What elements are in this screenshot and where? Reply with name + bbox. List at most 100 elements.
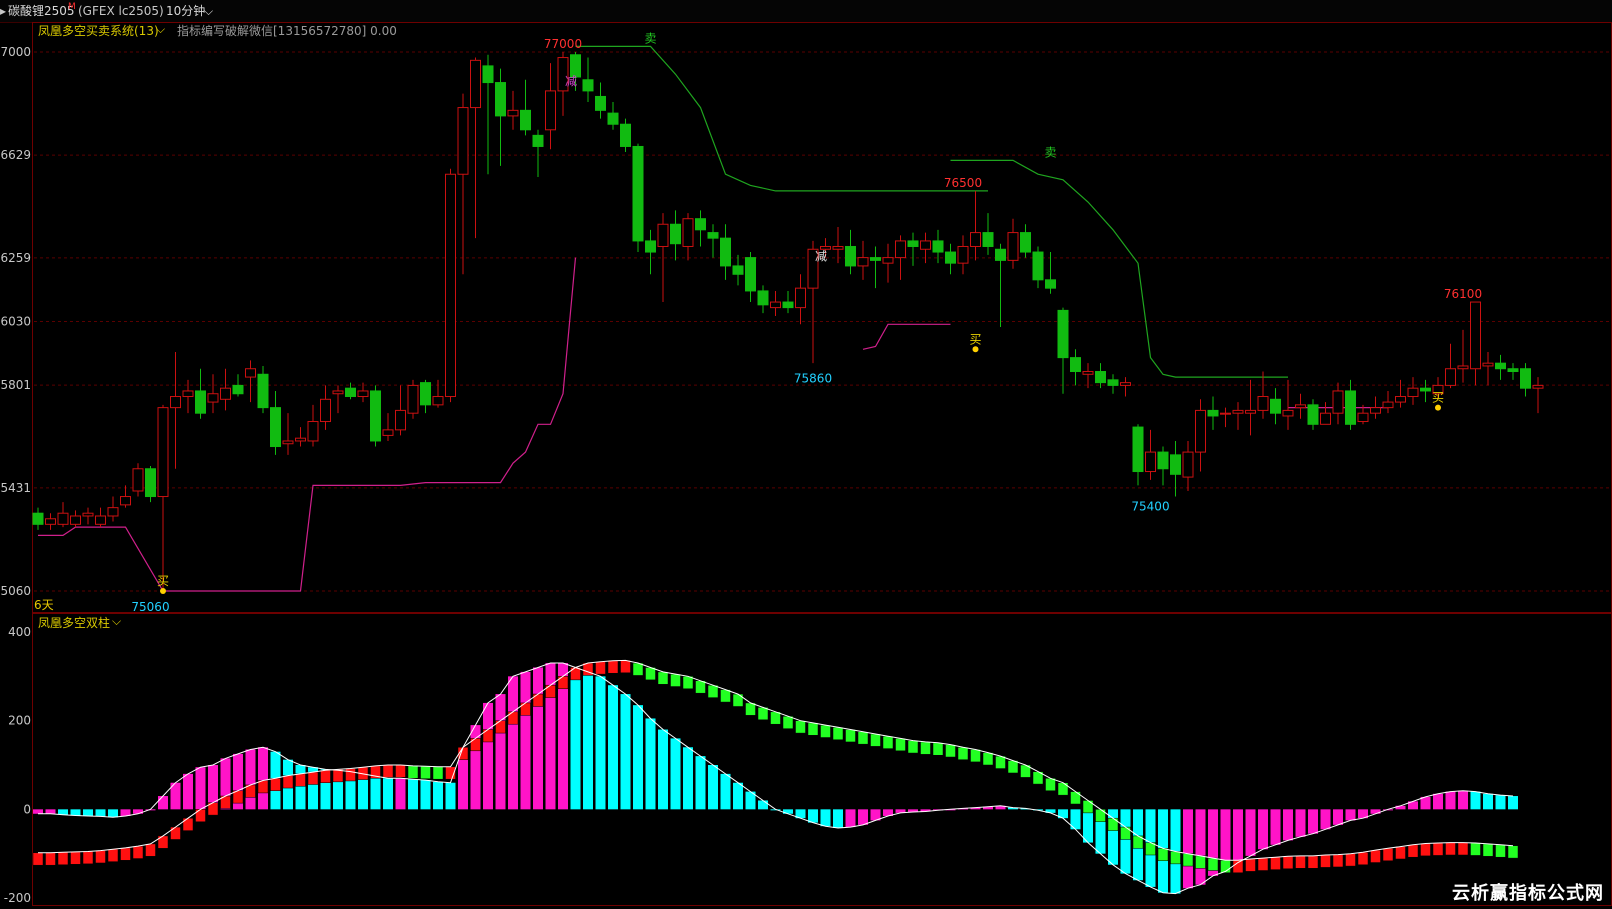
slow-bar <box>1482 843 1494 857</box>
candle-body <box>432 396 444 406</box>
slow-bar <box>320 770 331 783</box>
fast-bar <box>445 782 456 810</box>
candle-body <box>657 223 669 247</box>
candle-body <box>1332 390 1344 414</box>
candle-body <box>220 387 231 400</box>
slow-bar <box>1507 845 1519 859</box>
low-price-label: 75060 <box>131 600 169 614</box>
candle-body <box>1245 409 1256 414</box>
slow-bar <box>1157 848 1169 862</box>
slow-bar <box>1332 854 1344 868</box>
candle-body <box>82 512 94 517</box>
candle-body <box>1270 398 1281 414</box>
slow-bar <box>295 773 306 787</box>
fast-bar <box>195 767 206 810</box>
candle-body <box>1057 309 1069 359</box>
slow-bar <box>332 769 344 783</box>
slow-bar <box>270 778 281 791</box>
candle-body <box>857 257 869 267</box>
sub-y-tick-label: 0 <box>23 802 31 816</box>
candle-body <box>407 384 419 414</box>
fast-bar <box>83 809 93 816</box>
fast-bar <box>1308 809 1318 834</box>
candle-body <box>682 218 694 247</box>
candle-body <box>145 468 156 498</box>
slow-bar <box>307 771 319 785</box>
candle-body <box>1395 396 1406 403</box>
candle-body <box>207 393 219 403</box>
slow-bar <box>545 684 556 698</box>
candle-body <box>832 245 844 250</box>
slow-bar <box>695 680 706 694</box>
candle-body <box>607 112 619 125</box>
watermark: 云析赢指标公式网 <box>1452 883 1604 904</box>
main-y-tick-label: 75801 <box>0 378 31 392</box>
fast-bar <box>45 809 56 814</box>
fast-bar <box>758 800 768 810</box>
slow-bar <box>907 740 919 754</box>
fast-bar <box>1345 809 1356 821</box>
fast-bar <box>670 738 681 810</box>
candle-body <box>1407 387 1419 398</box>
fast-bar <box>58 809 68 815</box>
sell-signal-label: 卖 <box>1044 145 1056 159</box>
slow-bar <box>807 722 819 736</box>
candle-body <box>907 240 919 247</box>
candle-body <box>782 301 794 309</box>
fast-bar <box>33 809 43 814</box>
slow-bar <box>945 744 956 758</box>
candle-body <box>45 518 56 525</box>
slow-bar <box>182 817 194 831</box>
candle-body <box>970 232 981 247</box>
slow-bar <box>170 826 181 840</box>
candle-body <box>507 109 519 117</box>
reduce-signal-label: 减 <box>565 74 577 88</box>
fast-bar <box>595 676 606 810</box>
slow-bar <box>1120 826 1131 840</box>
slow-bar <box>1370 849 1381 863</box>
slow-bar <box>1457 842 1469 856</box>
fast-bar <box>1495 795 1506 810</box>
candle-body <box>1045 279 1056 289</box>
main-y-tick-label: 77000 <box>0 45 31 59</box>
slow-bar <box>1495 844 1506 858</box>
candle-body <box>295 437 306 442</box>
slow-bar <box>1207 857 1219 871</box>
candle-body <box>370 390 381 442</box>
candle-body <box>1520 368 1531 389</box>
main-y-tick-label: 75431 <box>0 481 31 495</box>
fast-bar <box>433 781 443 810</box>
slow-bar <box>632 662 644 676</box>
chart-canvas[interactable]: 77000 76629 76259 76030 75801 75431 75060 77000… <box>0 0 1612 909</box>
slow-bar <box>707 684 719 698</box>
candle-body <box>470 59 481 109</box>
slow-bar <box>282 775 294 789</box>
fast-bar <box>1083 809 1093 843</box>
slow-bar <box>1195 855 1206 869</box>
candle-body <box>120 496 131 506</box>
main-y-tick-label: 76629 <box>0 148 31 162</box>
fast-bar <box>570 667 581 810</box>
support-stop-line <box>38 257 577 592</box>
candle-body <box>307 421 319 442</box>
main-y-tick-label: 75060 <box>0 584 31 598</box>
slow-bar <box>32 852 44 866</box>
slow-bar <box>970 749 981 763</box>
candle-body <box>1182 451 1194 478</box>
slow-bar <box>995 755 1006 769</box>
fast-bar <box>470 725 481 810</box>
slow-bar <box>1470 842 1481 856</box>
fast-bar <box>1420 796 1431 810</box>
slow-bar <box>757 707 769 721</box>
fast-bar <box>1508 796 1518 810</box>
candle-body <box>595 95 606 111</box>
slow-bar <box>857 731 869 745</box>
fast-bar <box>395 778 406 810</box>
slow-bar <box>570 667 581 681</box>
slow-bar <box>470 738 481 752</box>
fast-bar <box>1370 809 1381 814</box>
candle-body <box>1295 404 1306 409</box>
slow-bar <box>1282 856 1294 869</box>
slow-bar <box>895 738 906 752</box>
slow-bar <box>1357 852 1369 866</box>
